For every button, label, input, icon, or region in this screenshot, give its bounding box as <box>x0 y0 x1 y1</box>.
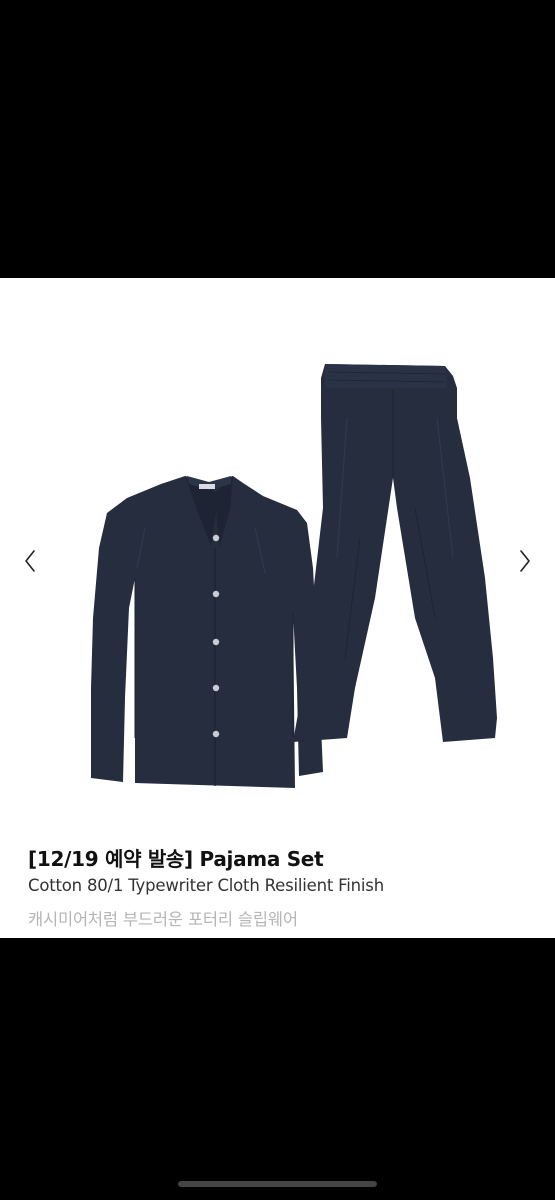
pajama-pants <box>293 364 497 742</box>
chevron-right-icon <box>520 550 530 572</box>
chevron-left-icon <box>25 550 35 572</box>
product-subtitle: Cotton 80/1 Typewriter Cloth Resilient F… <box>28 876 384 895</box>
product-image <box>91 364 497 788</box>
carousel-prev-button[interactable] <box>15 546 45 576</box>
pajama-shirt <box>91 476 323 788</box>
product-card: [12/19 예약 발송] Pajama Set Cotton 80/1 Typ… <box>0 278 555 938</box>
product-title: [12/19 예약 발송] Pajama Set <box>28 847 324 871</box>
top-letterbox <box>0 0 555 278</box>
home-indicator[interactable] <box>178 1181 377 1187</box>
product-description: 캐시미어처럼 부드러운 포터리 슬립웨어 <box>28 910 298 929</box>
carousel-next-button[interactable] <box>510 546 540 576</box>
product-image-carousel[interactable] <box>0 278 555 818</box>
bottom-letterbox <box>0 938 555 1200</box>
